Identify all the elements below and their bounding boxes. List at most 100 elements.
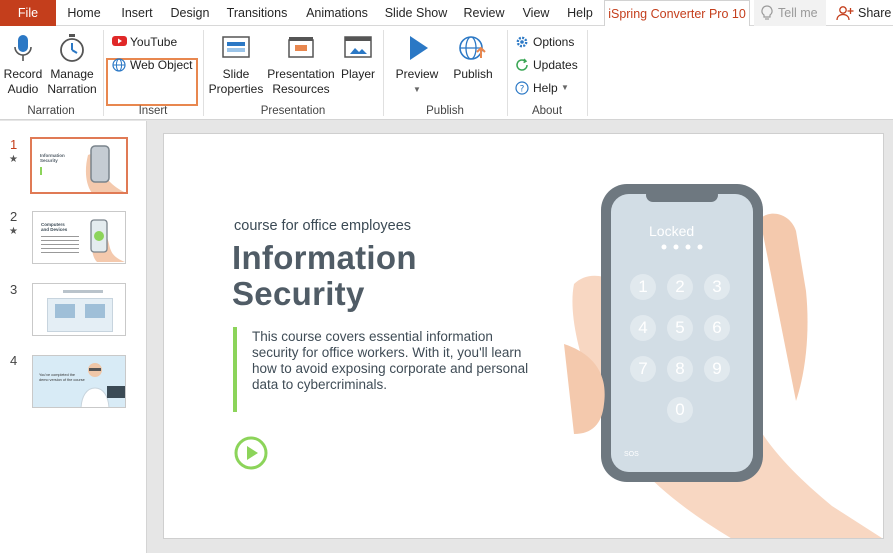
youtube-label: YouTube bbox=[130, 35, 178, 49]
phone-keypad-key: 1 bbox=[630, 274, 656, 300]
animation-star-icon: ★ bbox=[9, 226, 18, 237]
slide-properties-button[interactable]: Slide Properties bbox=[206, 32, 266, 97]
gear-icon bbox=[516, 36, 528, 48]
play-triangle-icon bbox=[410, 36, 428, 60]
group-label-about: About bbox=[531, 105, 563, 117]
tab-transitions[interactable]: Transitions bbox=[218, 0, 296, 26]
play-circle-icon[interactable] bbox=[234, 436, 268, 470]
tab-view[interactable]: View bbox=[516, 0, 556, 26]
tab-review[interactable]: Review bbox=[458, 0, 510, 26]
manage-narration-label-2: Narration bbox=[47, 82, 97, 96]
slide-properties-icon bbox=[222, 36, 250, 58]
group-separator bbox=[587, 30, 588, 116]
slide-properties-label-2: Properties bbox=[208, 82, 264, 96]
presentation-resources-label-2: Resources bbox=[272, 82, 330, 96]
thumb-phone-hand-image bbox=[85, 145, 125, 192]
thumb-title-2: Security bbox=[40, 158, 58, 163]
phone-keypad-key: 2 bbox=[667, 274, 693, 300]
slide-number: 3 bbox=[10, 282, 18, 297]
phone-keypad-key: 4 bbox=[630, 315, 656, 341]
manage-narration-label-1: Manage bbox=[50, 67, 94, 81]
share-person-icon bbox=[836, 6, 854, 21]
globe-icon bbox=[112, 58, 126, 72]
help-question-icon: ? bbox=[515, 81, 529, 95]
slide-title-line-1: Information bbox=[232, 239, 417, 276]
slide-thumbnail-1[interactable]: Information Security bbox=[30, 137, 128, 194]
phone-keypad-key: 9 bbox=[704, 356, 730, 382]
phone-keypad-key: 5 bbox=[667, 315, 693, 341]
web-object-label: Web Object bbox=[130, 58, 193, 72]
slide-course-subtitle: course for office employees bbox=[234, 218, 412, 234]
publish-label: Publish bbox=[453, 67, 493, 81]
slide-description: This course covers essential information… bbox=[252, 329, 529, 392]
slide-number: 2 bbox=[10, 209, 18, 224]
share-label: Share bbox=[858, 6, 892, 20]
publish-globe-icon bbox=[459, 36, 486, 60]
phone-keypad-key: 6 bbox=[704, 315, 730, 341]
hand-holding-phone-illustration bbox=[564, 184, 882, 538]
group-label-insert: Insert bbox=[138, 105, 168, 117]
player-button[interactable]: Player bbox=[338, 32, 378, 82]
green-accent-bar bbox=[233, 327, 237, 412]
phone-locked-label: Locked bbox=[649, 223, 695, 239]
phone-keypad-key: 7 bbox=[630, 356, 656, 382]
help-dropdown-arrow[interactable]: ▼ bbox=[561, 78, 569, 98]
youtube-icon bbox=[112, 36, 127, 46]
tab-help[interactable]: Help bbox=[561, 0, 599, 26]
slide-thumbnail-panel: 1 ★ Information Security 2 ★ Computers a… bbox=[0, 121, 147, 553]
presentation-resources-button[interactable]: Presentation Resources bbox=[267, 32, 335, 97]
tell-me-search[interactable]: Tell me bbox=[754, 0, 826, 26]
options-label: Options bbox=[533, 35, 575, 49]
thumb3-monitor bbox=[55, 304, 75, 318]
record-audio-label-1: Record bbox=[3, 67, 43, 81]
player-icon bbox=[344, 36, 372, 58]
phone-sos-label: SOS bbox=[624, 451, 639, 458]
microphone-icon bbox=[14, 35, 32, 61]
slide-thumbnail-2[interactable]: Computers and Devices bbox=[32, 211, 126, 264]
slide-number: 4 bbox=[10, 353, 18, 368]
ribbon-tabs: File Home Insert Design Transitions Anim… bbox=[0, 0, 893, 27]
thumb4-person-image bbox=[80, 363, 125, 407]
slide-thumbnail-4[interactable]: You've completed the demo version of the… bbox=[32, 355, 126, 408]
thumb2-title-2: and Devices bbox=[41, 227, 68, 232]
thumb3-heading-line bbox=[63, 290, 103, 293]
group-label-presentation: Presentation bbox=[260, 105, 326, 117]
tab-home[interactable]: Home bbox=[60, 0, 108, 26]
phone-keypad-key: 8 bbox=[667, 356, 693, 382]
manage-narration-button[interactable]: Manage Narration bbox=[46, 32, 98, 97]
phone-keypad-key: 3 bbox=[704, 274, 730, 300]
preview-button[interactable]: Preview ▼ bbox=[393, 32, 441, 97]
record-audio-label-2: Audio bbox=[7, 82, 39, 96]
slide-number: 1 bbox=[10, 137, 18, 152]
tab-insert[interactable]: Insert bbox=[112, 0, 162, 26]
current-slide-canvas[interactable]: course for office employees Information … bbox=[163, 133, 884, 539]
player-label: Player bbox=[340, 67, 375, 81]
group-label-publish: Publish bbox=[426, 105, 464, 117]
tell-me-label: Tell me bbox=[778, 6, 818, 20]
thumb3-monitor bbox=[85, 304, 105, 318]
tab-slide-show[interactable]: Slide Show bbox=[380, 0, 452, 26]
thumb-accent-bar bbox=[40, 167, 42, 175]
presentation-resources-label-1: Presentation bbox=[267, 67, 335, 81]
group-separator bbox=[103, 30, 104, 116]
group-label-narration: Narration bbox=[27, 105, 75, 117]
tab-design[interactable]: Design bbox=[166, 0, 214, 26]
thumb4-caption-2: demo version of the course bbox=[39, 378, 85, 382]
publish-button[interactable]: Publish bbox=[449, 32, 497, 82]
help-label: Help bbox=[533, 81, 558, 95]
slide-properties-label-1: Slide bbox=[222, 67, 250, 81]
slide-thumbnail-3[interactable] bbox=[32, 283, 126, 336]
stopwatch-icon bbox=[60, 34, 84, 62]
tab-ispring-converter[interactable]: iSpring Converter Pro 10 bbox=[604, 0, 750, 27]
tab-animations[interactable]: Animations bbox=[300, 0, 374, 26]
animation-star-icon: ★ bbox=[9, 154, 18, 165]
thumb2-phone-image bbox=[90, 219, 125, 262]
tab-file[interactable]: File bbox=[0, 0, 56, 26]
ribbon: Record Audio Manage Narration Narration … bbox=[0, 26, 893, 120]
refresh-icon bbox=[516, 58, 528, 71]
updates-label: Updates bbox=[533, 58, 578, 72]
slide-title-line-2: Security bbox=[232, 275, 365, 312]
thumb2-text-lines bbox=[41, 236, 79, 254]
record-audio-button[interactable]: Record Audio bbox=[2, 32, 44, 97]
preview-dropdown-arrow[interactable]: ▼ bbox=[393, 82, 441, 97]
